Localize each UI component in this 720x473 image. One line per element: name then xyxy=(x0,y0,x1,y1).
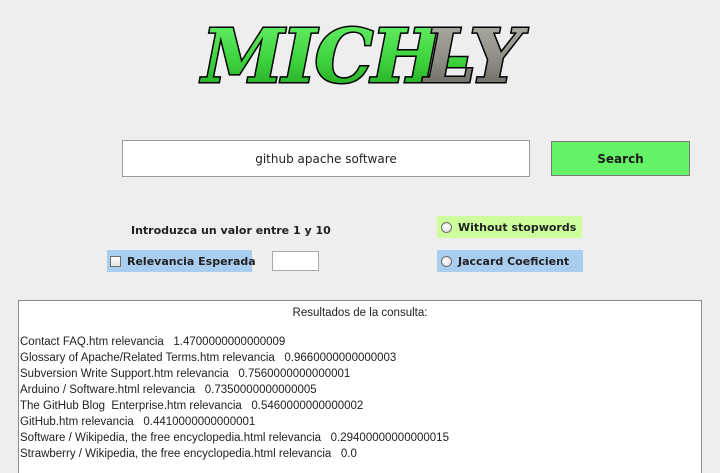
logo: MICH- LY xyxy=(198,0,558,101)
jaccard-radio[interactable]: Jaccard Coeficient xyxy=(437,250,583,272)
jaccard-label: Jaccard Coeficient xyxy=(458,254,570,268)
checkbox-icon[interactable] xyxy=(110,255,121,267)
search-button[interactable]: Search xyxy=(551,141,690,176)
results-panel[interactable]: Resultados de la consulta: Contact FAQ.h… xyxy=(18,300,702,473)
app-window: MICH- LY Search Introduzca un valor entr… xyxy=(0,0,720,473)
results-list: Contact FAQ.htm relevancia 1.47000000000… xyxy=(19,334,701,462)
result-row: Arduino / Software.html relevancia 0.735… xyxy=(20,384,317,396)
result-row: Contact FAQ.htm relevancia 1.47000000000… xyxy=(20,336,286,348)
logo-text-gray: LY xyxy=(422,14,528,100)
relevance-value-input[interactable] xyxy=(272,251,319,271)
search-input[interactable] xyxy=(122,140,530,177)
radio-button-icon[interactable] xyxy=(441,255,452,267)
result-row: Software / Wikipedia, the free encyclope… xyxy=(20,432,449,444)
result-row: Strawberry / Wikipedia, the free encyclo… xyxy=(20,448,357,460)
without-stopwords-label: Without stopwords xyxy=(458,220,577,234)
relevance-checkbox-label: Relevancia Esperada xyxy=(127,254,256,268)
result-row: Subversion Write Support.htm relevancia … xyxy=(20,368,351,380)
radio-button-icon[interactable] xyxy=(441,221,452,233)
without-stopwords-radio[interactable]: Without stopwords xyxy=(437,216,582,238)
result-row: The GitHub Blog Enterprise.htm relevanci… xyxy=(20,400,364,412)
result-row: GitHub.htm relevancia 0.4410000000000001 xyxy=(20,416,256,428)
relevance-hint-label: Introduzca un valor entre 1 y 10 xyxy=(131,224,331,237)
results-title: Resultados de la consulta: xyxy=(292,307,428,319)
logo-graphic: MICH- LY xyxy=(198,13,532,101)
result-row: Glossary of Apache/Related Terms.htm rel… xyxy=(20,352,397,364)
relevance-checkbox[interactable]: Relevancia Esperada xyxy=(107,250,256,272)
